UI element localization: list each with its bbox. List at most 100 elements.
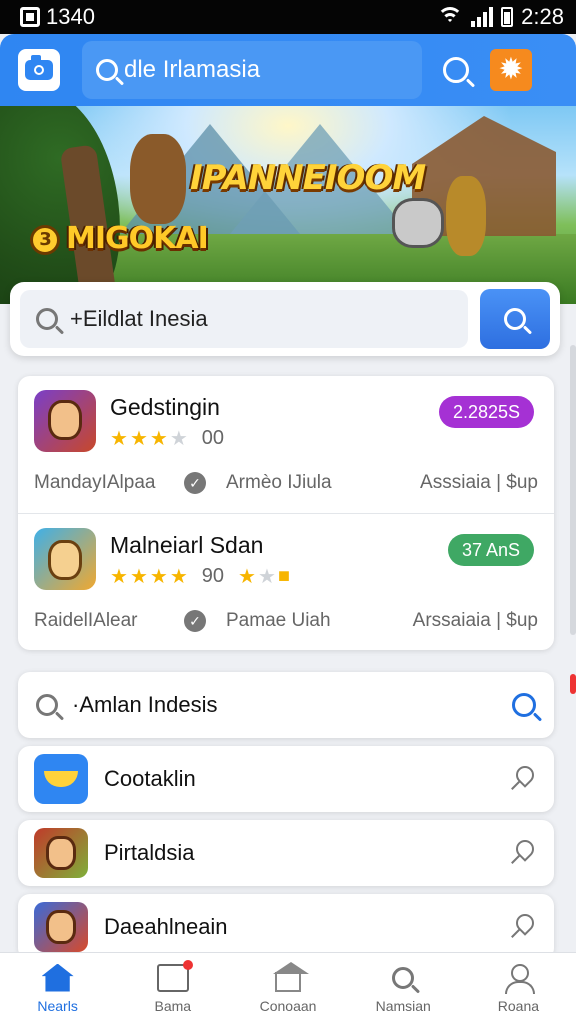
app-icon [34, 390, 96, 452]
nav-item-home[interactable]: Nearls [0, 953, 115, 1024]
building-icon [273, 961, 309, 992]
promo-banner[interactable]: IPANNEIOOM 3 MIGOKAI [0, 106, 576, 304]
app-name: Gedstingin [110, 394, 220, 420]
rating-count: 00 [201, 427, 224, 449]
nav-item-box[interactable]: Bama [115, 953, 230, 1024]
list-item-label: Pirtaldsia [104, 840, 195, 865]
app-header: dle Irlamasia ✹ [0, 34, 576, 106]
app-name: Malneiarl Sdan [110, 532, 264, 558]
pin-icon[interactable] [508, 838, 538, 868]
status-time-right: 2:28 [521, 4, 564, 29]
search-input-text: +Eildlat Inesia [70, 306, 208, 331]
app-meta-row: RaidelIAlear ✓ Pamae Uiah Arssaiaia | $u… [34, 610, 538, 632]
nav-label: Bama [154, 997, 192, 1014]
status-left: 1340 [20, 4, 95, 30]
user-icon [502, 963, 536, 994]
status-right: 2:28 [437, 4, 564, 30]
star-icon: ■ [277, 565, 290, 587]
settings-button[interactable]: ✹ [490, 49, 532, 91]
warrior-character [446, 176, 486, 256]
search-icon [443, 57, 469, 83]
app-meta-left: RaidelIAlear [34, 610, 138, 631]
gear-icon: ✹ [498, 53, 524, 86]
home-icon [41, 963, 74, 992]
header-search-text: dle Irlamasia [124, 56, 261, 83]
star-icon: ★ [238, 566, 256, 588]
header-search-field[interactable]: dle Irlamasia [82, 41, 422, 99]
search-submit-button[interactable] [480, 289, 550, 349]
star-icon: ★ [169, 566, 188, 588]
search-card: +Eildlat Inesia [10, 282, 560, 356]
star-icon: ★ [110, 428, 128, 450]
search-icon [36, 694, 58, 716]
hero-icon [34, 902, 88, 952]
pin-icon[interactable] [508, 764, 538, 794]
list-item[interactable]: Cootaklin [18, 746, 554, 812]
nav-label: Roana [497, 997, 540, 1014]
notification-icon [20, 7, 40, 27]
search-icon [504, 308, 527, 330]
wifi-icon [437, 7, 464, 27]
star-rating: ★ ★ ★ ★ 90 ★ ★ ■ [110, 564, 290, 589]
list-item[interactable]: Daeahlneain [18, 894, 554, 960]
nav-item-building[interactable]: Conoaan [230, 953, 345, 1024]
star-icon: ★ [257, 566, 276, 588]
scroll-indicator [570, 345, 576, 635]
star-icon: ★ [169, 428, 188, 450]
price-badge[interactable]: 37 AnS [447, 534, 534, 566]
app-meta-mid: Armèo IJiula [226, 472, 332, 493]
star-icon: ★ [129, 566, 148, 588]
secondary-search-bar[interactable]: ·Amlan Indesis [18, 672, 554, 738]
list-item-label: Cootaklin [104, 766, 196, 791]
app-list-item[interactable]: Gedstingin ★ ★ ★ ★ 00 2.2825S MandayIAlp… [18, 376, 554, 513]
verified-icon: ✓ [184, 472, 206, 494]
star-icon: ★ [149, 566, 168, 588]
status-bar: 1340 2:28 [0, 0, 576, 34]
star-rating: ★ ★ ★ ★ 00 [110, 426, 224, 451]
banner-subtitle: 3 MIGOKAI [30, 221, 209, 256]
star-icon: ★ [129, 428, 148, 450]
pin-icon[interactable] [508, 912, 538, 942]
nav-item-profile[interactable]: Roana [461, 953, 576, 1024]
box-icon [156, 959, 193, 992]
app-list-item[interactable]: Malneiarl Sdan ★ ★ ★ ★ 90 ★ ★ ■ 37 AnS R… [18, 513, 554, 650]
app-meta-left: MandayIAlpaa [34, 472, 156, 493]
nav-label: Namsian [375, 997, 431, 1014]
nav-item-search[interactable]: Namsian [346, 953, 461, 1024]
nav-label: Conoaan [259, 997, 317, 1014]
app-icon [34, 528, 96, 590]
coin-icon: 3 [30, 224, 60, 255]
app-meta-row: MandayIAlpaa ✓ Armèo IJiula Asssiaia | $… [34, 472, 538, 494]
search-icon [96, 59, 118, 81]
search-icon[interactable] [512, 693, 536, 717]
scroll-marker [570, 674, 576, 694]
banner-subtitle-text: MIGOKAI [66, 221, 209, 256]
banana-icon [34, 754, 88, 804]
list-item[interactable]: Pirtaldsia [18, 820, 554, 886]
star-icon: ★ [110, 566, 128, 588]
search-icon [387, 964, 419, 992]
app-meta-mid: Pamae Uiah [226, 610, 331, 631]
app-meta-right: Asssiaia | $up [420, 472, 538, 493]
header-search-button[interactable] [436, 50, 476, 90]
monster-character [392, 198, 444, 248]
rating-count: 90 [201, 565, 224, 587]
nav-label: Nearls [37, 997, 78, 1014]
battery-icon [501, 7, 514, 27]
hero-icon [34, 828, 88, 878]
hero-character [130, 134, 186, 224]
camera-button[interactable] [18, 49, 60, 91]
star-icon: ★ [149, 428, 168, 450]
search-input[interactable]: +Eildlat Inesia [20, 290, 469, 348]
banner-title: IPANNEIOOM [190, 158, 426, 198]
price-badge[interactable]: 2.2825S [438, 396, 534, 428]
search-icon [36, 308, 58, 330]
camera-icon [25, 55, 53, 80]
signal-icon [471, 7, 494, 27]
secondary-search-text: ·Amlan Indesis [72, 692, 218, 717]
list-item-label: Daeahlneain [104, 914, 228, 939]
bottom-nav: Nearls Bama Conoaan Namsian Roana [0, 952, 576, 1024]
status-time-left: 1340 [46, 4, 95, 29]
app-list-card: Gedstingin ★ ★ ★ ★ 00 2.2825S MandayIAlp… [18, 376, 554, 650]
app-meta-right: Arssaiaia | $up [412, 610, 538, 631]
